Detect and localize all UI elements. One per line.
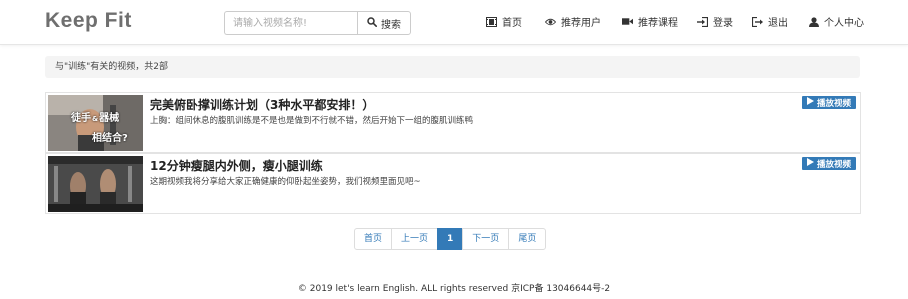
log-in-icon (697, 16, 708, 27)
search-button[interactable]: 搜索 (357, 11, 411, 35)
thumbnail-caption-amp: & (92, 115, 99, 123)
nav-personal-center[interactable]: 个人中心 (808, 14, 864, 29)
brand-logo[interactable]: Keep Fit (45, 9, 132, 33)
video-thumbnail[interactable] (48, 156, 143, 212)
play-video-label: 播放视频 (816, 98, 851, 109)
nav-login-label: 登录 (713, 18, 733, 29)
play-video-button[interactable]: 播放视频 (801, 157, 856, 170)
film-icon (486, 16, 497, 27)
nav-login[interactable]: 登录 (697, 14, 733, 29)
video-description: 上胸：组间休息的腹肌训练是不是也是做到不行就不错，然后开始下一组的腹肌训练鸭 (150, 116, 474, 126)
nav-logout-label: 退出 (768, 18, 788, 29)
play-video-button[interactable]: 播放视频 (801, 96, 856, 109)
page-current[interactable]: 1 (437, 228, 464, 250)
video-list-item[interactable]: 徒手&器械 相结合? 完美俯卧撑训练计划（3种水平都安排！） 上胸：组间休息的腹… (45, 92, 861, 153)
video-title[interactable]: 12分钟瘦腿内外侧，瘦小腿训练 (150, 157, 323, 174)
eye-icon (545, 16, 556, 27)
search-icon (367, 16, 377, 30)
page-first-link[interactable]: 首页 (354, 228, 393, 250)
video-title[interactable]: 完美俯卧撑训练计划（3种水平都安排！） (150, 96, 374, 113)
page-last-link[interactable]: 尾页 (508, 228, 547, 250)
search-button-label: 搜索 (381, 19, 401, 31)
video-thumbnail[interactable]: 徒手&器械 相结合? (48, 95, 143, 151)
footer-copyright: © 2019 let's learn English. ALL rights r… (297, 284, 611, 294)
video-description: 这期视频我将分享给大家正确健康的仰卧起坐姿势，我们视频里面见吧~ (150, 177, 421, 187)
video-camera-icon (622, 16, 633, 27)
thumbnail-caption-2: 器械 (99, 113, 120, 124)
nav-profile-label: 个人中心 (824, 18, 864, 29)
nav-logout[interactable]: 退出 (752, 14, 788, 29)
top-navbar: Keep Fit 搜索 首页 推荐用户 推荐课程 登录 (0, 0, 908, 45)
nav-users-label: 推荐用户 (561, 18, 601, 29)
video-list-item[interactable]: 12分钟瘦腿内外侧，瘦小腿训练 这期视频我将分享给大家正确健康的仰卧起坐姿势，我… (45, 153, 861, 214)
search-form: 搜索 (224, 11, 411, 35)
nav-home-label: 首页 (502, 18, 522, 29)
search-result-summary: 与"训练"有关的视频，共2部 (45, 56, 860, 78)
page-next-link[interactable]: 下一页 (462, 228, 510, 250)
play-icon (806, 97, 814, 108)
play-icon (806, 158, 814, 169)
pagination: 首页 上一页 1 下一页 尾页 (354, 228, 547, 250)
search-input[interactable] (224, 11, 357, 35)
page-prev-link[interactable]: 上一页 (391, 228, 439, 250)
play-video-label: 播放视频 (816, 159, 851, 170)
log-out-icon (752, 16, 763, 27)
nav-courses-label: 推荐课程 (638, 18, 678, 29)
user-icon (808, 16, 819, 27)
nav-recommended-courses[interactable]: 推荐课程 (622, 14, 678, 29)
nav-home[interactable]: 首页 (486, 14, 522, 29)
thumbnail-caption-1: 徒手 (71, 113, 91, 124)
thumbnail-caption-3: 相结合? (92, 133, 128, 144)
nav-recommended-users[interactable]: 推荐用户 (545, 14, 601, 29)
